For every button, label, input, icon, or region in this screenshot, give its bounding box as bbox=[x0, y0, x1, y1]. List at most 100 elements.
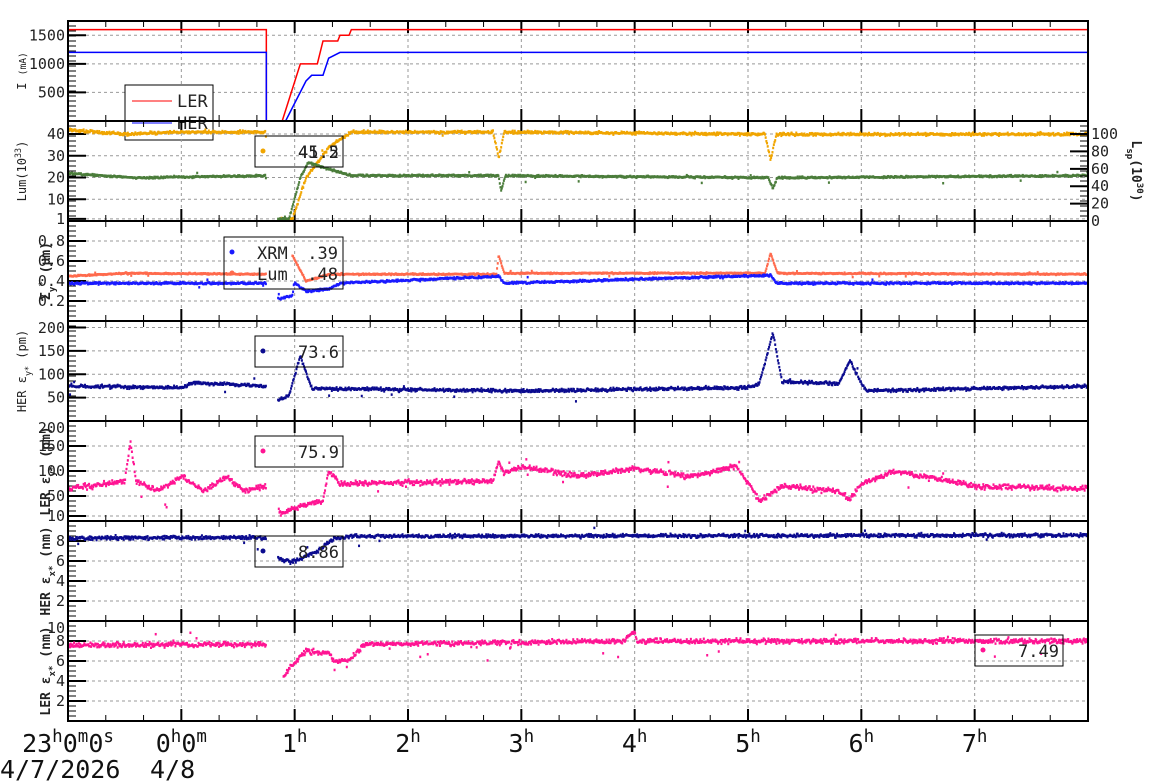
legend-value: 45.2 bbox=[298, 143, 339, 163]
data-point bbox=[362, 129, 365, 132]
data-point bbox=[524, 180, 527, 184]
y2-tick-label: 60 bbox=[1091, 160, 1109, 178]
data-point bbox=[1056, 170, 1059, 174]
data-point bbox=[264, 129, 267, 133]
data-point bbox=[501, 138, 504, 142]
data-point bbox=[206, 278, 209, 281]
data-point bbox=[749, 174, 752, 177]
data-point bbox=[498, 177, 501, 181]
series-HER bbox=[68, 51, 1088, 122]
data-point bbox=[502, 182, 505, 185]
data-point bbox=[509, 269, 512, 273]
data-point bbox=[264, 173, 267, 177]
data-point bbox=[764, 133, 766, 136]
data-point bbox=[502, 268, 505, 271]
beam-monitor-chart: 50010001500I (mA)LERHER110203040Lum(1033… bbox=[0, 20, 1144, 782]
legend-marker bbox=[260, 148, 266, 154]
data-point bbox=[302, 186, 305, 189]
data-point bbox=[196, 171, 199, 175]
data-point bbox=[494, 142, 497, 145]
series-line bbox=[68, 28, 1088, 122]
y2-axis-label-part: L bbox=[1128, 140, 1143, 148]
y-axis-label-part: Lum(10 bbox=[15, 158, 29, 201]
data-point bbox=[942, 181, 945, 185]
data-point bbox=[904, 275, 907, 278]
data-point bbox=[766, 145, 769, 148]
y-axis-label-part: I bbox=[15, 75, 29, 89]
data-point bbox=[502, 132, 505, 135]
y2-axis-label: Lsp(1030) bbox=[1124, 140, 1144, 201]
data-point bbox=[492, 134, 495, 137]
data-point bbox=[499, 149, 502, 152]
y-tick-label: 1000 bbox=[29, 55, 65, 73]
data-point bbox=[608, 274, 611, 278]
data-point bbox=[827, 181, 830, 184]
data-point bbox=[292, 216, 295, 220]
data-point bbox=[498, 255, 501, 258]
data-point bbox=[770, 156, 773, 159]
y-tick-label: 500 bbox=[38, 83, 65, 101]
data-point bbox=[767, 176, 770, 179]
data-point bbox=[498, 155, 501, 159]
data-point bbox=[500, 141, 503, 145]
data-point bbox=[297, 183, 300, 187]
data-point bbox=[496, 152, 499, 155]
data-point bbox=[498, 182, 501, 185]
series-Lsp bbox=[67, 161, 1089, 221]
data-point bbox=[577, 180, 580, 183]
data-point bbox=[299, 176, 302, 179]
y-axis-label-part: ) bbox=[15, 141, 29, 148]
data-point bbox=[291, 205, 294, 208]
data-point bbox=[294, 193, 297, 196]
data-point bbox=[766, 262, 769, 266]
data-point bbox=[299, 193, 302, 196]
data-point bbox=[204, 128, 207, 131]
data-point bbox=[296, 186, 299, 189]
y-tick-label: 20 bbox=[47, 169, 65, 187]
series-XRM bbox=[67, 273, 1089, 301]
series-LER bbox=[68, 28, 1088, 122]
y2-axis-label-part: ) bbox=[1128, 194, 1143, 202]
data-point bbox=[293, 197, 296, 201]
y2-tick-label: 0 bbox=[1091, 212, 1100, 230]
data-point bbox=[292, 203, 295, 206]
data-point bbox=[290, 211, 293, 214]
data-point bbox=[441, 134, 444, 137]
y2-tick-label: 40 bbox=[1091, 177, 1109, 195]
y-axis-label-part: (mA) bbox=[18, 52, 29, 75]
y2-axis-label-part: (10 bbox=[1128, 159, 1143, 183]
data-point bbox=[502, 135, 505, 139]
data-point bbox=[764, 269, 767, 273]
data-point bbox=[772, 186, 775, 190]
data-point bbox=[82, 128, 85, 131]
data-point bbox=[492, 129, 494, 132]
data-point bbox=[290, 207, 293, 211]
data-point bbox=[500, 261, 503, 265]
data-point bbox=[770, 184, 773, 187]
data-point bbox=[715, 133, 718, 137]
y-tick-label: 10 bbox=[47, 190, 65, 208]
data-point bbox=[300, 191, 303, 194]
data-point bbox=[771, 151, 774, 154]
y2-axis-label-part: sp bbox=[1124, 148, 1134, 159]
data-point bbox=[766, 141, 769, 145]
series-line bbox=[68, 51, 1088, 122]
data-point bbox=[768, 150, 771, 154]
data-point bbox=[294, 209, 297, 213]
data-point bbox=[130, 274, 133, 277]
data-point bbox=[764, 136, 767, 139]
panel-frame bbox=[67, 120, 1089, 222]
data-point bbox=[496, 262, 499, 265]
data-point bbox=[765, 267, 768, 270]
y-axis-label: I (mA) bbox=[15, 52, 29, 90]
y-axis-label: Lum(1033) bbox=[13, 141, 29, 202]
data-point bbox=[770, 255, 773, 258]
y2-axis-label-part: 30 bbox=[1134, 183, 1144, 194]
y2-tick-label: 100 bbox=[1091, 125, 1118, 143]
data-point bbox=[501, 184, 504, 188]
data-point bbox=[767, 259, 770, 263]
data-point bbox=[772, 146, 775, 150]
y-axis-label-part: 33 bbox=[13, 148, 23, 158]
data-point bbox=[296, 202, 299, 206]
y-tick-label: 30 bbox=[47, 147, 65, 165]
